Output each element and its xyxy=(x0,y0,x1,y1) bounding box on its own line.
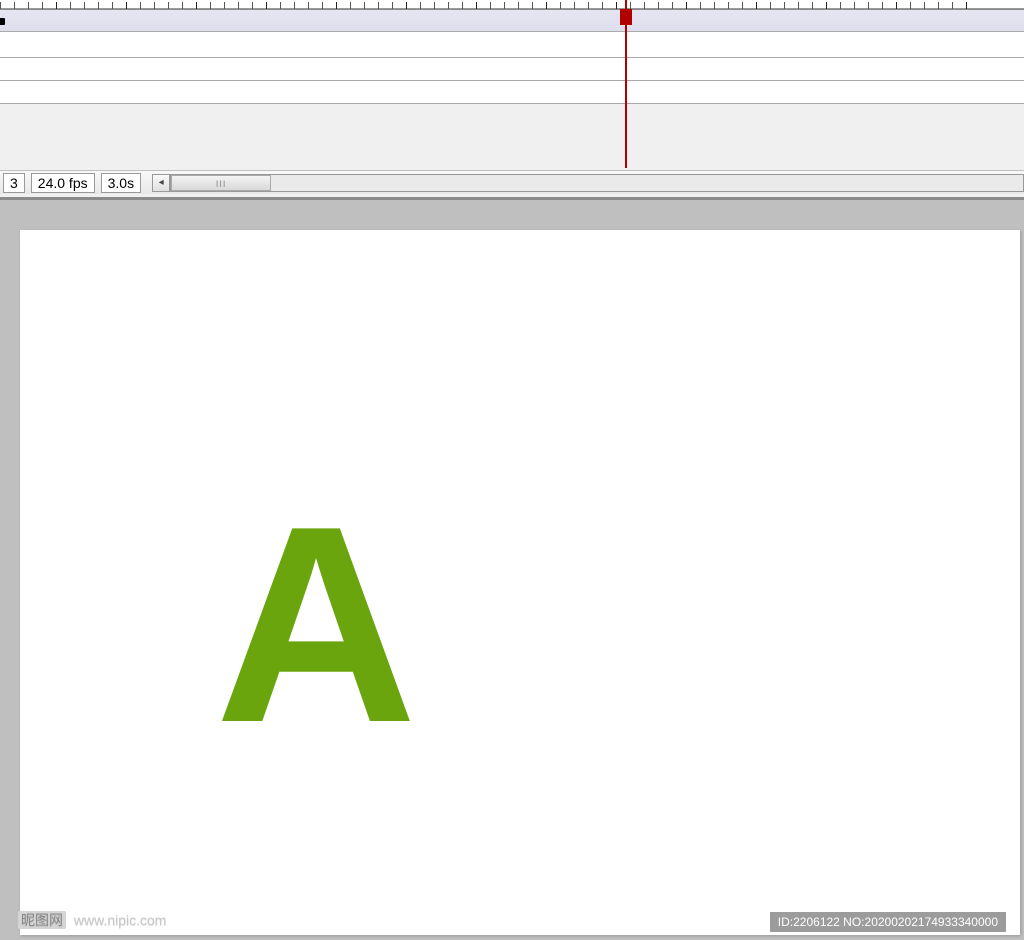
watermark-site-name: 昵图网 xyxy=(18,911,66,929)
timeline-ruler[interactable] xyxy=(0,0,1024,9)
fps-field[interactable]: 24.0 fps xyxy=(31,173,95,193)
current-frame-field[interactable]: 3 xyxy=(3,173,25,193)
watermark-id: ID:2206122 NO:20200202174933340000 xyxy=(770,912,1006,932)
watermark-site-url: www.nipic.com xyxy=(74,912,167,928)
keyframe-icon[interactable] xyxy=(0,18,5,25)
elapsed-time-field[interactable]: 3.0s xyxy=(101,173,141,193)
watermark-site: 昵图网 www.nipic.com xyxy=(18,910,166,930)
playhead-line[interactable] xyxy=(625,0,627,168)
timeline-scrollbar-thumb[interactable]: III xyxy=(171,175,271,191)
timeline-panel: 3 24.0 fps 3.0s ◂ III xyxy=(0,0,1024,200)
timeline-layer-spacer xyxy=(0,32,1024,58)
stage-text-object[interactable]: A xyxy=(215,485,407,765)
playhead-handle[interactable] xyxy=(620,9,632,25)
stage-area: A 昵图网 www.nipic.com ID:2206122 NO:202002… xyxy=(0,200,1024,940)
stage-canvas[interactable]: A xyxy=(20,230,1020,935)
scroll-left-arrow-icon[interactable]: ◂ xyxy=(152,174,170,192)
scroll-grip-icon: III xyxy=(211,179,231,187)
timeline-scrollbar-track[interactable]: III xyxy=(170,174,1024,192)
timeline-layer-row[interactable] xyxy=(0,58,1024,81)
timeline-layer-row[interactable] xyxy=(0,9,1024,32)
timeline-controls-bar: 3 24.0 fps 3.0s ◂ III xyxy=(0,170,1024,194)
timeline-layer-row[interactable] xyxy=(0,81,1024,104)
